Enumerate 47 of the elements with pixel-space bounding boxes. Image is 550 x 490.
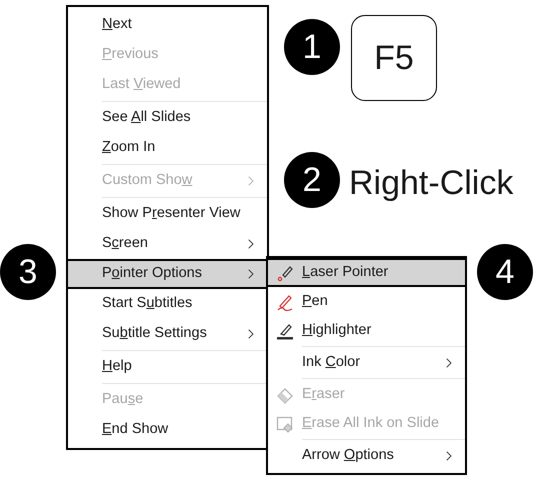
menu-item-label: Screen	[102, 234, 149, 254]
highlighter-icon	[276, 322, 294, 340]
caption-text: Right-Click	[349, 163, 514, 204]
menu-item-label: Eraser	[302, 384, 346, 404]
menu-item[interactable]: Start Subtitles	[68, 289, 267, 319]
menu-item[interactable]: End Show	[68, 415, 267, 445]
menu-item-label: Erase All Ink on Slide	[302, 414, 440, 433]
menu-item[interactable]: See All Slides	[68, 103, 267, 133]
menu-item[interactable]: Arrow Options	[268, 441, 465, 470]
menu-item-label: Last Viewed	[102, 75, 182, 94]
menu-item[interactable]: Help	[68, 352, 267, 382]
menu-item-label: Pause	[102, 390, 144, 410]
eraser-icon	[276, 386, 294, 404]
menu-item-label: Pen	[302, 292, 329, 311]
menu-item-label: Laser Pointer	[302, 262, 390, 282]
number-badge: 4	[477, 244, 533, 300]
menu-item[interactable]: Laser Pointer	[266, 258, 467, 287]
menu-item-label: Arrow Options	[302, 446, 395, 465]
menu-item-label: Previous	[102, 45, 160, 64]
menu-item-label: Show Presenter View	[102, 204, 242, 224]
keyboard-key: F5	[351, 15, 437, 101]
menu-item-label: Custom Show	[102, 171, 194, 190]
menu-item-label: Next	[102, 15, 133, 34]
slide-eraser-icon	[276, 414, 294, 432]
menu-item[interactable]: Pointer Options	[66, 259, 269, 289]
menu-item-label: Start Subtitles	[102, 294, 194, 314]
menu-item-label: Subtitle Settings	[102, 324, 208, 344]
menu-item[interactable]: Highlighter	[268, 316, 465, 345]
menu-item-label: Ink Color	[302, 352, 362, 372]
menu-item-label: End Show	[102, 420, 170, 440]
menu-item[interactable]: Next	[68, 10, 267, 40]
menu-item[interactable]: Show Presenter View	[68, 199, 267, 229]
number-badge: 2	[284, 152, 340, 208]
menu-item-label: Pointer Options	[102, 264, 203, 284]
menu-item[interactable]: Ink Color	[268, 348, 465, 377]
menu-item-label: Highlighter	[302, 320, 372, 340]
number-badge: 1	[284, 19, 340, 75]
menu-item-label: Help	[102, 357, 133, 376]
menu-item-label: Zoom In	[102, 138, 156, 158]
pen-icon	[276, 292, 294, 310]
number-badge: 3	[0, 244, 56, 300]
laser-pen-icon	[276, 264, 294, 282]
menu-item[interactable]: Zoom In	[68, 133, 267, 163]
menu-item-label: See All Slides	[102, 108, 192, 128]
menu-item[interactable]: Screen	[68, 229, 267, 259]
menu-item[interactable]: Pen	[268, 287, 465, 316]
menu-item[interactable]: Subtitle Settings	[68, 319, 267, 349]
